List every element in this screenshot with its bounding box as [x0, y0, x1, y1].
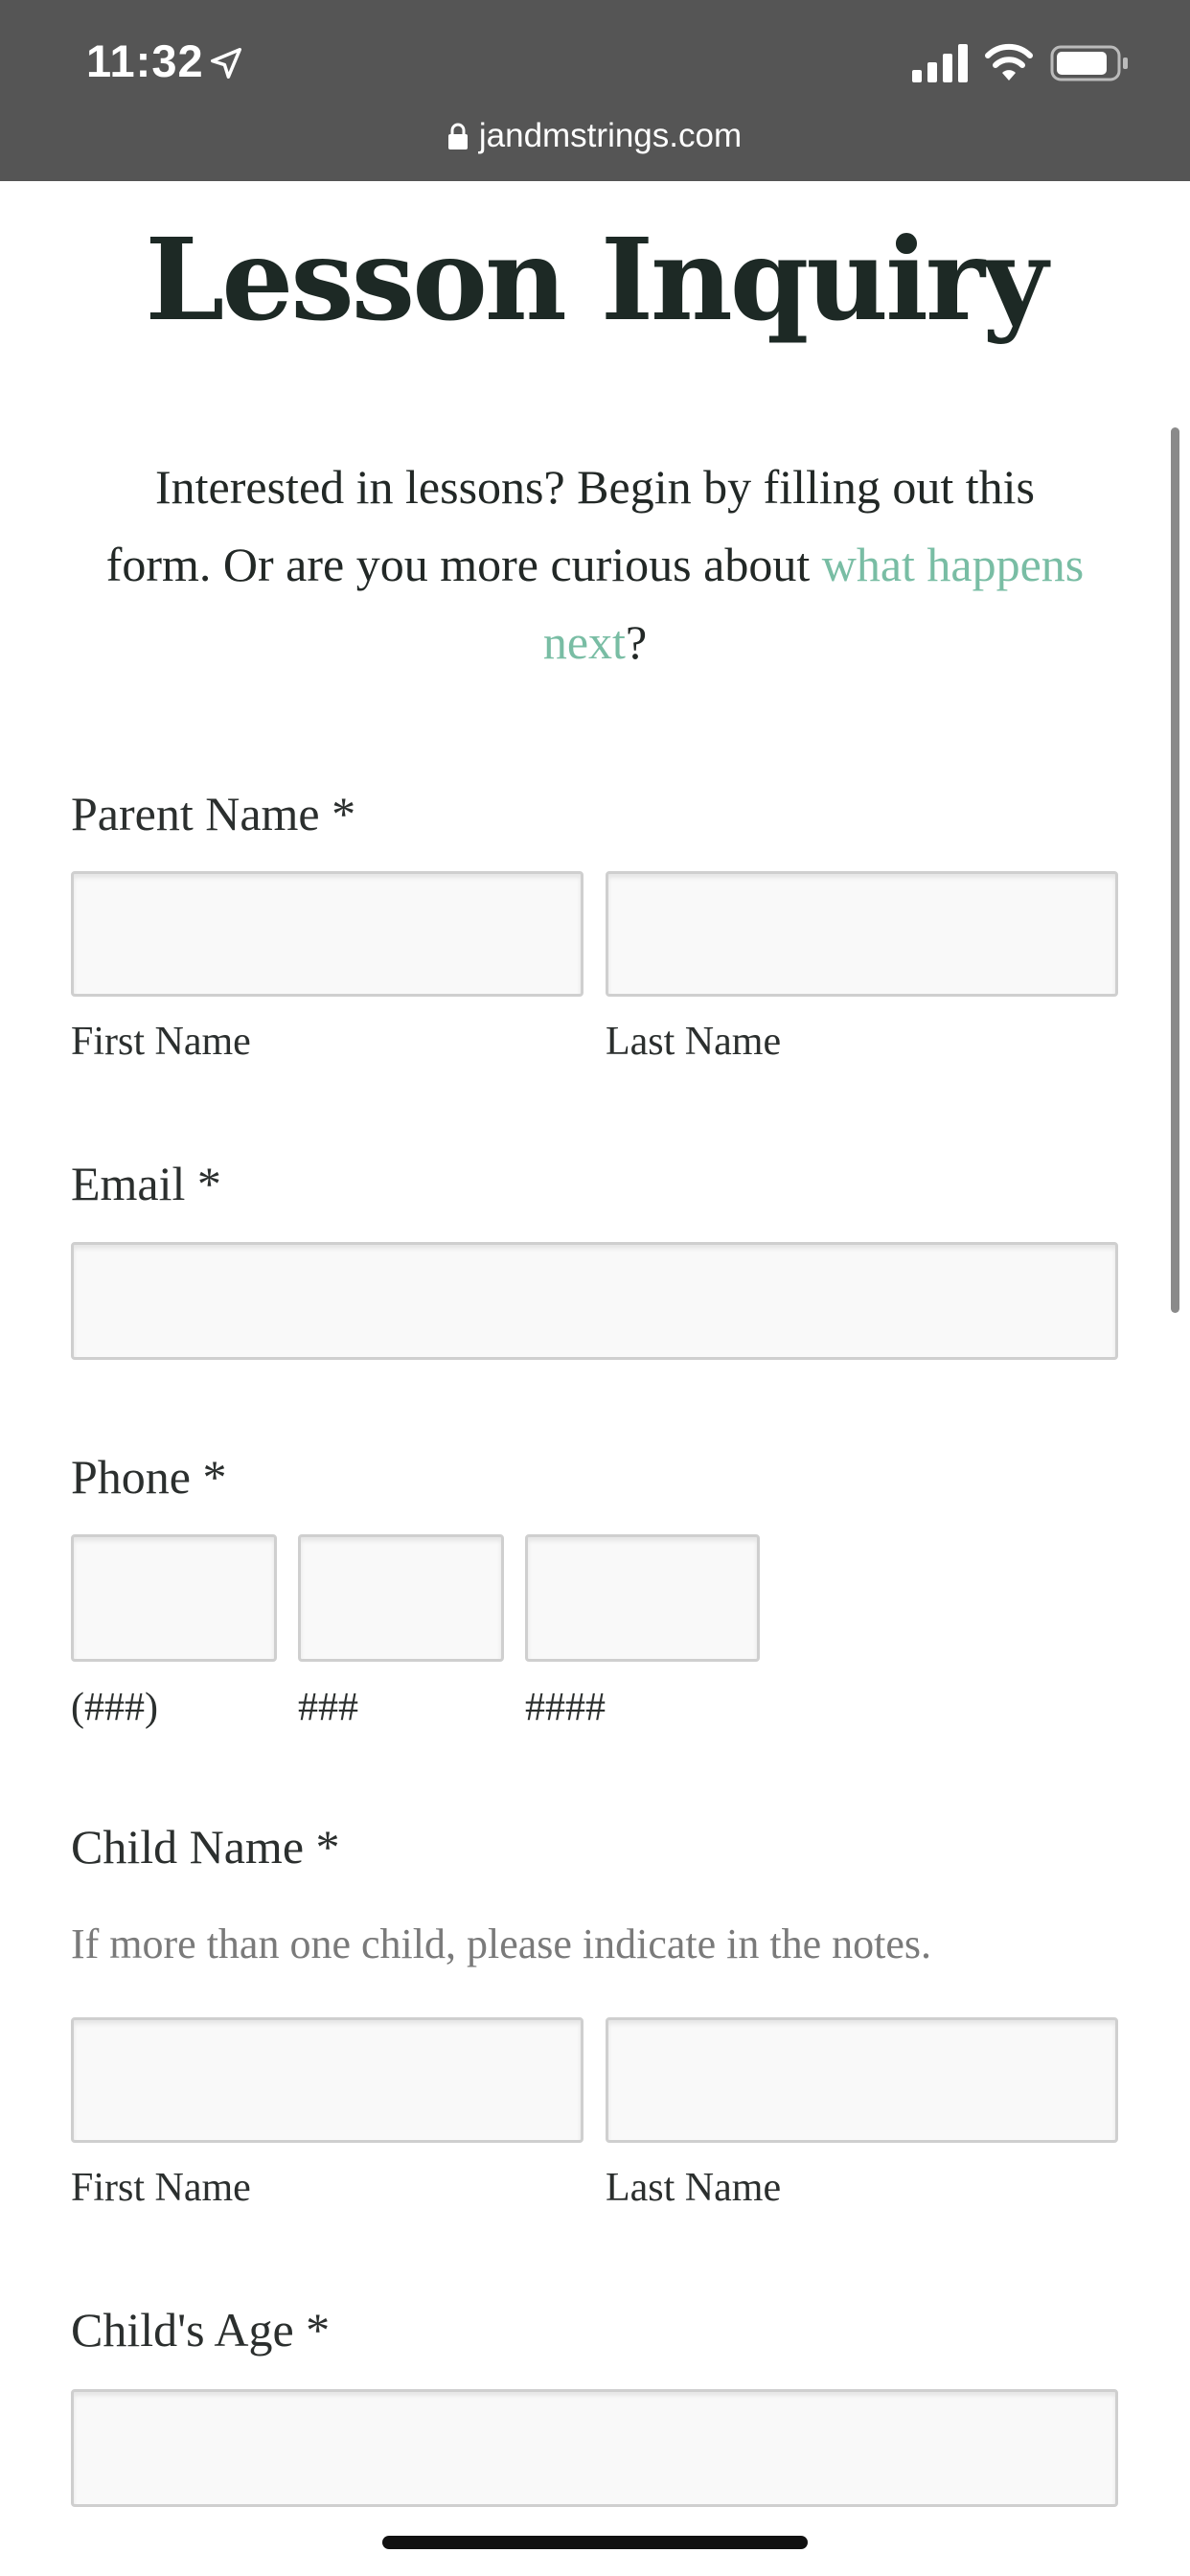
- email-input[interactable]: [71, 1242, 1118, 1360]
- parent-last-name-label: Last Name: [606, 1020, 782, 1064]
- intro-text: Interested in lessons? Begin by filling …: [105, 448, 1085, 681]
- phone-line-number-label: ####: [525, 1686, 606, 1730]
- address-bar[interactable]: jandmstrings.com: [0, 107, 1190, 165]
- page-scrollbar[interactable]: [1171, 427, 1179, 1313]
- child-age-input[interactable]: [71, 2389, 1118, 2507]
- child-age-label: Child's Age *: [71, 2303, 331, 2357]
- email-label: Email *: [71, 1157, 221, 1210]
- child-name-label: Child Name *: [71, 1820, 340, 1874]
- battery-icon: [1050, 45, 1128, 81]
- child-first-name-input[interactable]: [71, 2017, 584, 2143]
- location-arrow-icon: [211, 48, 241, 79]
- parent-first-name-input[interactable]: [71, 871, 584, 997]
- phone-area-code-input[interactable]: [71, 1534, 277, 1662]
- cellular-signal-icon: [912, 44, 968, 82]
- parent-first-name-label: First Name: [71, 1020, 251, 1064]
- home-indicator[interactable]: [382, 2536, 808, 2549]
- child-name-help-text: If more than one child, please indicate …: [71, 1920, 932, 1967]
- url-text: jandmstrings.com: [478, 117, 743, 154]
- child-first-name-label: First Name: [71, 2166, 251, 2210]
- lock-icon: [447, 123, 468, 150]
- intro-end: ?: [625, 615, 648, 669]
- phone-prefix-label: ###: [298, 1686, 358, 1730]
- phone-line-number-input[interactable]: [525, 1534, 760, 1662]
- child-last-name-label: Last Name: [606, 2166, 782, 2210]
- parent-name-label: Parent Name *: [71, 787, 356, 840]
- phone-label: Phone *: [71, 1450, 227, 1504]
- wifi-icon: [985, 43, 1033, 80]
- phone-area-code-label: (###): [71, 1686, 158, 1730]
- status-bar: 11:32 jandmstrings.com: [0, 0, 1190, 181]
- status-time: 11:32: [86, 35, 204, 86]
- phone-prefix-input[interactable]: [298, 1534, 504, 1662]
- child-last-name-input[interactable]: [606, 2017, 1118, 2143]
- parent-last-name-input[interactable]: [606, 871, 1118, 997]
- page-title: Lesson Inquiry: [145, 213, 1047, 346]
